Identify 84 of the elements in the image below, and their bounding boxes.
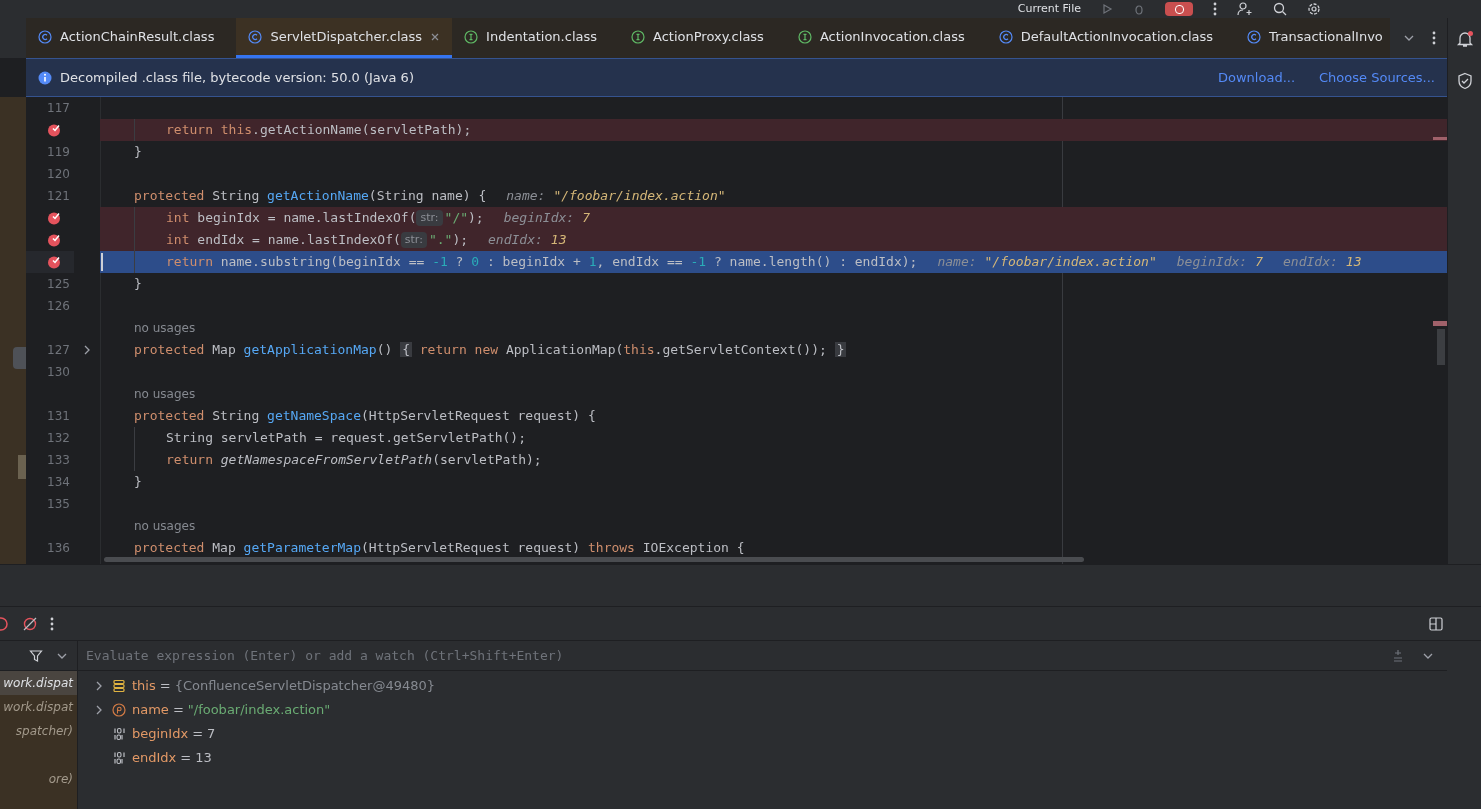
more-icon[interactable] (50, 616, 54, 631)
stack-frame[interactable]: work.dispat (0, 695, 77, 719)
interface-icon (631, 29, 645, 44)
layout-icon[interactable] (1429, 616, 1443, 631)
usages-hint: no usages (134, 386, 196, 403)
breakpoint-icon[interactable] (47, 233, 61, 247)
vertical-scrollbar[interactable] (1437, 329, 1445, 365)
code-line: protected Map getApplicationMap() { return new ApplicationMap(this.getServletContext()); } (134, 341, 847, 360)
line-number: 120 (47, 166, 71, 183)
variable-entry[interactable]: endIdx = 13 (132, 748, 212, 768)
class-icon (248, 29, 263, 44)
stop-button[interactable] (1165, 2, 1193, 16)
editor-tab[interactable]: ActionChainResult.class (26, 18, 227, 58)
settings-icon[interactable] (1307, 2, 1321, 16)
binary-icon (112, 751, 126, 765)
editor-tab[interactable]: Indentation.class (452, 18, 609, 58)
editor-tab[interactable]: ActionProxy.class (619, 18, 776, 58)
banner-link[interactable]: Choose Sources... (1319, 67, 1435, 88)
line-number: 127 (47, 342, 71, 359)
variable-entry[interactable]: name = "/foobar/index.action" (132, 700, 331, 720)
info-icon (38, 70, 52, 85)
more-icon[interactable] (1431, 31, 1436, 45)
stack-frame[interactable]: spatcher) (0, 719, 77, 743)
line-number: 132 (47, 430, 71, 447)
editor-tab[interactable]: ServletDispatcher.class (236, 18, 453, 58)
class-icon (998, 29, 1013, 44)
line-number: 135 (47, 496, 71, 513)
line-number: 125 (47, 276, 71, 293)
class-icon (38, 29, 52, 44)
search-icon[interactable] (1273, 2, 1287, 16)
text-caret (101, 253, 103, 271)
run-icon[interactable] (1101, 3, 1113, 15)
error-stripe-mark (1433, 321, 1447, 326)
code-line: } (134, 143, 142, 162)
interface-icon (797, 29, 812, 44)
banner-link[interactable]: Download... (1218, 67, 1296, 88)
code-line: protected String getActionName(String name) { name: "/foobar/index.action" (134, 187, 726, 206)
line-number: 121 (47, 188, 71, 205)
breakpoint-icon[interactable] (47, 255, 61, 269)
binary-icon (112, 727, 126, 741)
code-line: String servletPath = request.getServletPath(); (134, 427, 527, 449)
code-line: protected String getNameSpace(HttpServletRequest request) { (134, 407, 596, 426)
line-number: 133 (47, 452, 71, 469)
line-number: 117 (47, 100, 71, 117)
notification-bell-icon[interactable] (1455, 30, 1474, 48)
breakpoint-icon[interactable] (47, 211, 61, 225)
close-icon[interactable] (430, 31, 441, 42)
parameter-icon (112, 703, 126, 717)
line-number: 119 (47, 144, 71, 161)
class-icon (1247, 29, 1262, 44)
editor-tab[interactable]: TransactionalInvo (1235, 18, 1390, 58)
more-icon[interactable] (1213, 2, 1217, 16)
run-configuration[interactable]: Current File (1017, 0, 1081, 18)
horizontal-scrollbar[interactable] (104, 557, 1084, 562)
editor-tab[interactable]: DefaultActionInvocation.class (986, 18, 1226, 58)
interface-icon (464, 29, 479, 44)
usages-hint: no usages (134, 518, 196, 535)
code-line: } (134, 275, 142, 294)
editor-tab[interactable]: ActionInvocation.class (785, 18, 977, 58)
variable-entry[interactable]: this = {ConfluenceServletDispatcher@49480} (132, 676, 436, 696)
variable-entry[interactable]: beginIdx = 7 (132, 724, 216, 744)
banner-message: Decompiled .class file, bytecode version: 50.0 (Java 6) (60, 68, 415, 87)
line-number: 126 (47, 298, 71, 315)
line-number: 134 (47, 474, 71, 491)
code-line: protected Map getParameterMap(HttpServletRequest request) throws IOException { (134, 539, 745, 558)
filter-icon[interactable] (29, 648, 43, 663)
code-line: return name.substring(beginIdx == -1 ? 0 : beginIdx + 1, endIdx == -1 ? name.length() : endIdx); name: "/foobar/index.action" beginIdx: 7 endIdx: 13 (134, 251, 1362, 273)
code-line: return getNamespaceFromServletPath(servletPath); (134, 449, 542, 471)
evaluate-field[interactable]: Evaluate expression (Enter) or add a watch (Ctrl+Shift+Enter) (86, 645, 1391, 666)
breakpoints-icon[interactable] (0, 615, 10, 632)
code-line: } (134, 473, 142, 492)
stack-frame[interactable]: work.dispat (0, 671, 77, 695)
shield-icon[interactable] (1455, 72, 1474, 90)
breakpoint-icon[interactable] (47, 123, 61, 137)
line-number: 130 (47, 364, 71, 381)
code-line: return this.getActionName(servletPath); (134, 119, 472, 141)
line-number: 131 (47, 408, 71, 425)
error-stripe-mark (1433, 137, 1447, 140)
line-number: 136 (47, 540, 71, 557)
stack-icon (112, 679, 126, 693)
mute-breakpoints-icon[interactable] (22, 615, 38, 632)
add-user-icon[interactable] (1237, 2, 1253, 16)
stack-frame[interactable]: ore) (0, 767, 77, 791)
usages-hint: no usages (134, 320, 196, 337)
